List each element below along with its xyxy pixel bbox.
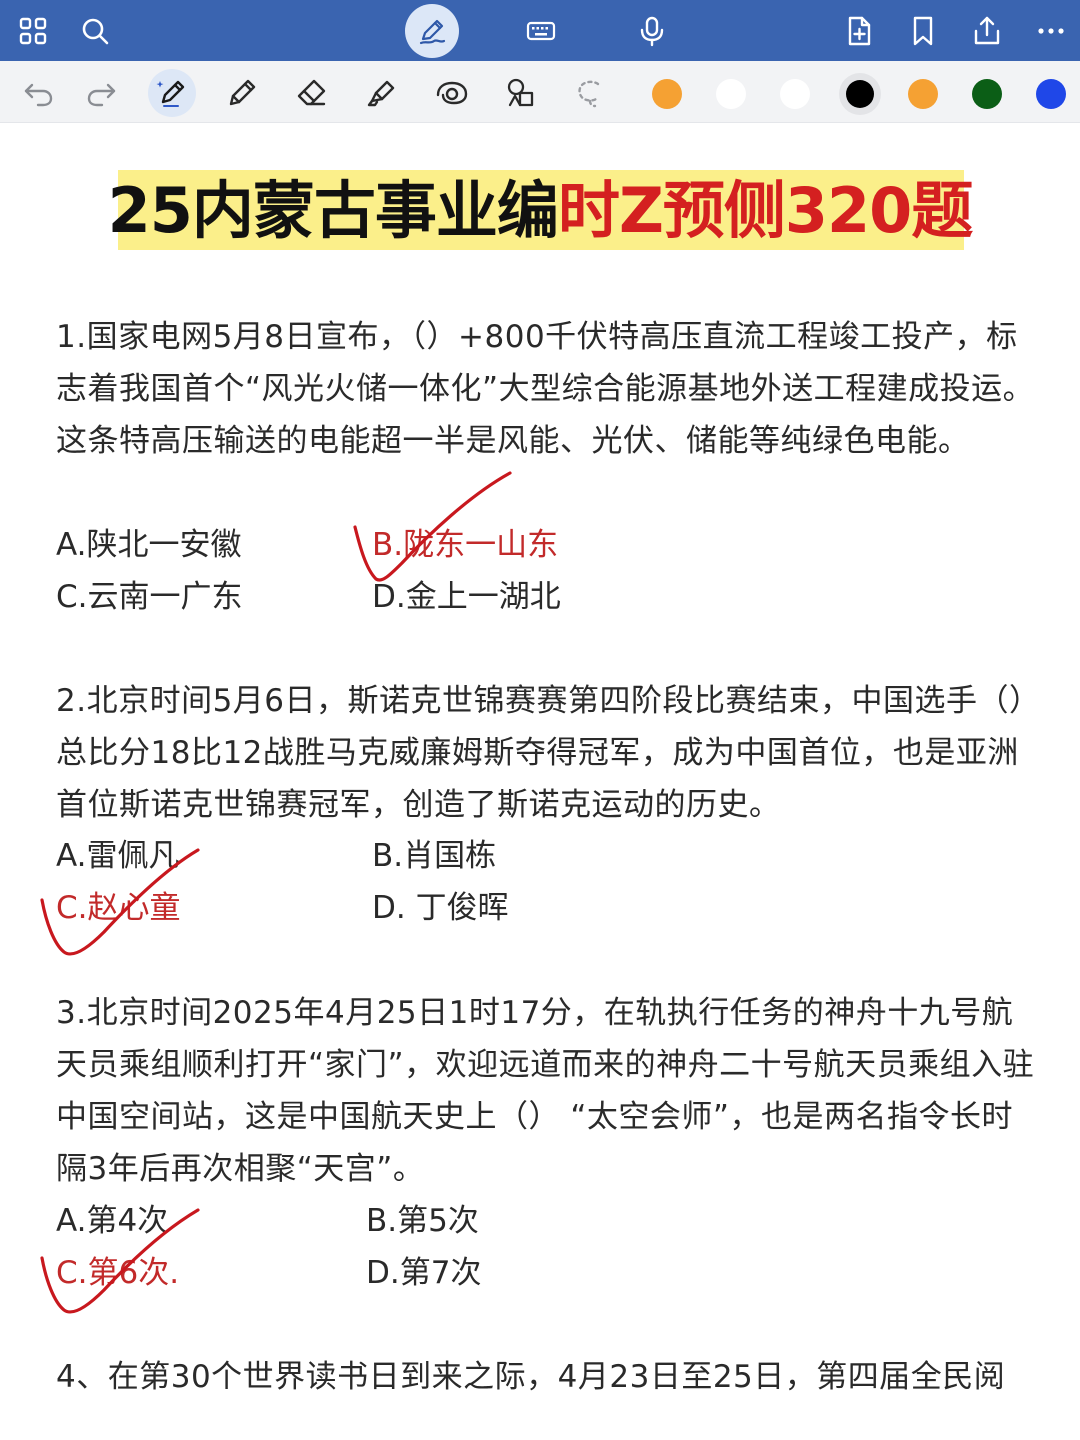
q2-option-c: C.赵心童 [56,890,181,926]
q1-option-a: A.陕北一安徽 [56,527,242,563]
pencil-icon[interactable] [218,69,266,117]
redo-icon[interactable] [78,69,126,117]
top-app-bar [0,0,1080,61]
title-black-part: 25内蒙古事业编 [107,174,559,247]
q3-option-c: C.第6次. [56,1255,180,1291]
color-swatch-blue[interactable] [1036,79,1066,109]
grid-icon[interactable] [8,6,58,56]
color-swatch-black-selected[interactable] [839,73,881,115]
shape-icon[interactable] [428,69,476,117]
color-swatch-white-2[interactable] [780,79,810,109]
color-swatch-orange-2[interactable] [908,79,938,109]
share-icon[interactable] [962,6,1012,56]
q1-option-d: D.金上一湖北 [372,579,561,615]
q1-option-b: B.陇东一山东 [372,527,559,563]
question-1-text: 1.国家电网5月8日宣布，（）+800千伏特高压直流工程竣工投产，标志着我国首个… [56,319,1035,459]
sticker-icon[interactable] [498,69,546,117]
highlighter-icon[interactable] [358,69,406,117]
drawing-toolbar [0,61,1080,123]
page-title: 25内蒙古事业编时Z预侧320题 [0,173,1080,249]
undo-icon[interactable] [14,69,62,117]
eraser-icon[interactable] [288,69,336,117]
q3-option-d: D.第7次 [366,1255,482,1291]
more-icon[interactable] [1026,6,1076,56]
q3-option-b: B.第5次 [366,1203,479,1239]
lasso-icon[interactable] [566,69,614,117]
q3-option-a: A.第4次 [56,1203,169,1239]
microphone-icon[interactable] [627,6,677,56]
color-swatch-green[interactable] [972,79,1002,109]
question-2-text: 2.北京时间5月6日，斯诺克世锦赛赛第四阶段比赛结束，中国选手（）总比分18比1… [56,683,1026,823]
bookmark-icon[interactable] [898,6,948,56]
add-page-icon[interactable] [834,6,884,56]
fountain-pen-icon[interactable] [148,69,196,117]
q2-option-d: D. 丁俊晖 [372,890,509,926]
title-red-part: 时Z预侧320题 [557,174,973,247]
q1-option-c: C.云南一广东 [56,579,243,615]
question-4-text: 4、在第30个世界读书日到来之际，4月23日至25日，第四届全民阅 [56,1359,1006,1395]
color-swatch-white[interactable] [716,79,746,109]
keyboard-icon[interactable] [516,6,566,56]
question-3-text: 3.北京时间2025年4月25日1时17分，在轨执行任务的神舟十九号航天员乘组顺… [56,995,1035,1187]
q2-option-a: A.雷佩凡 [56,838,180,874]
pen-mode-icon[interactable] [405,4,459,58]
q2-option-b: B.肖国栋 [372,838,497,874]
search-icon[interactable] [70,6,120,56]
color-swatch-orange[interactable] [652,79,682,109]
